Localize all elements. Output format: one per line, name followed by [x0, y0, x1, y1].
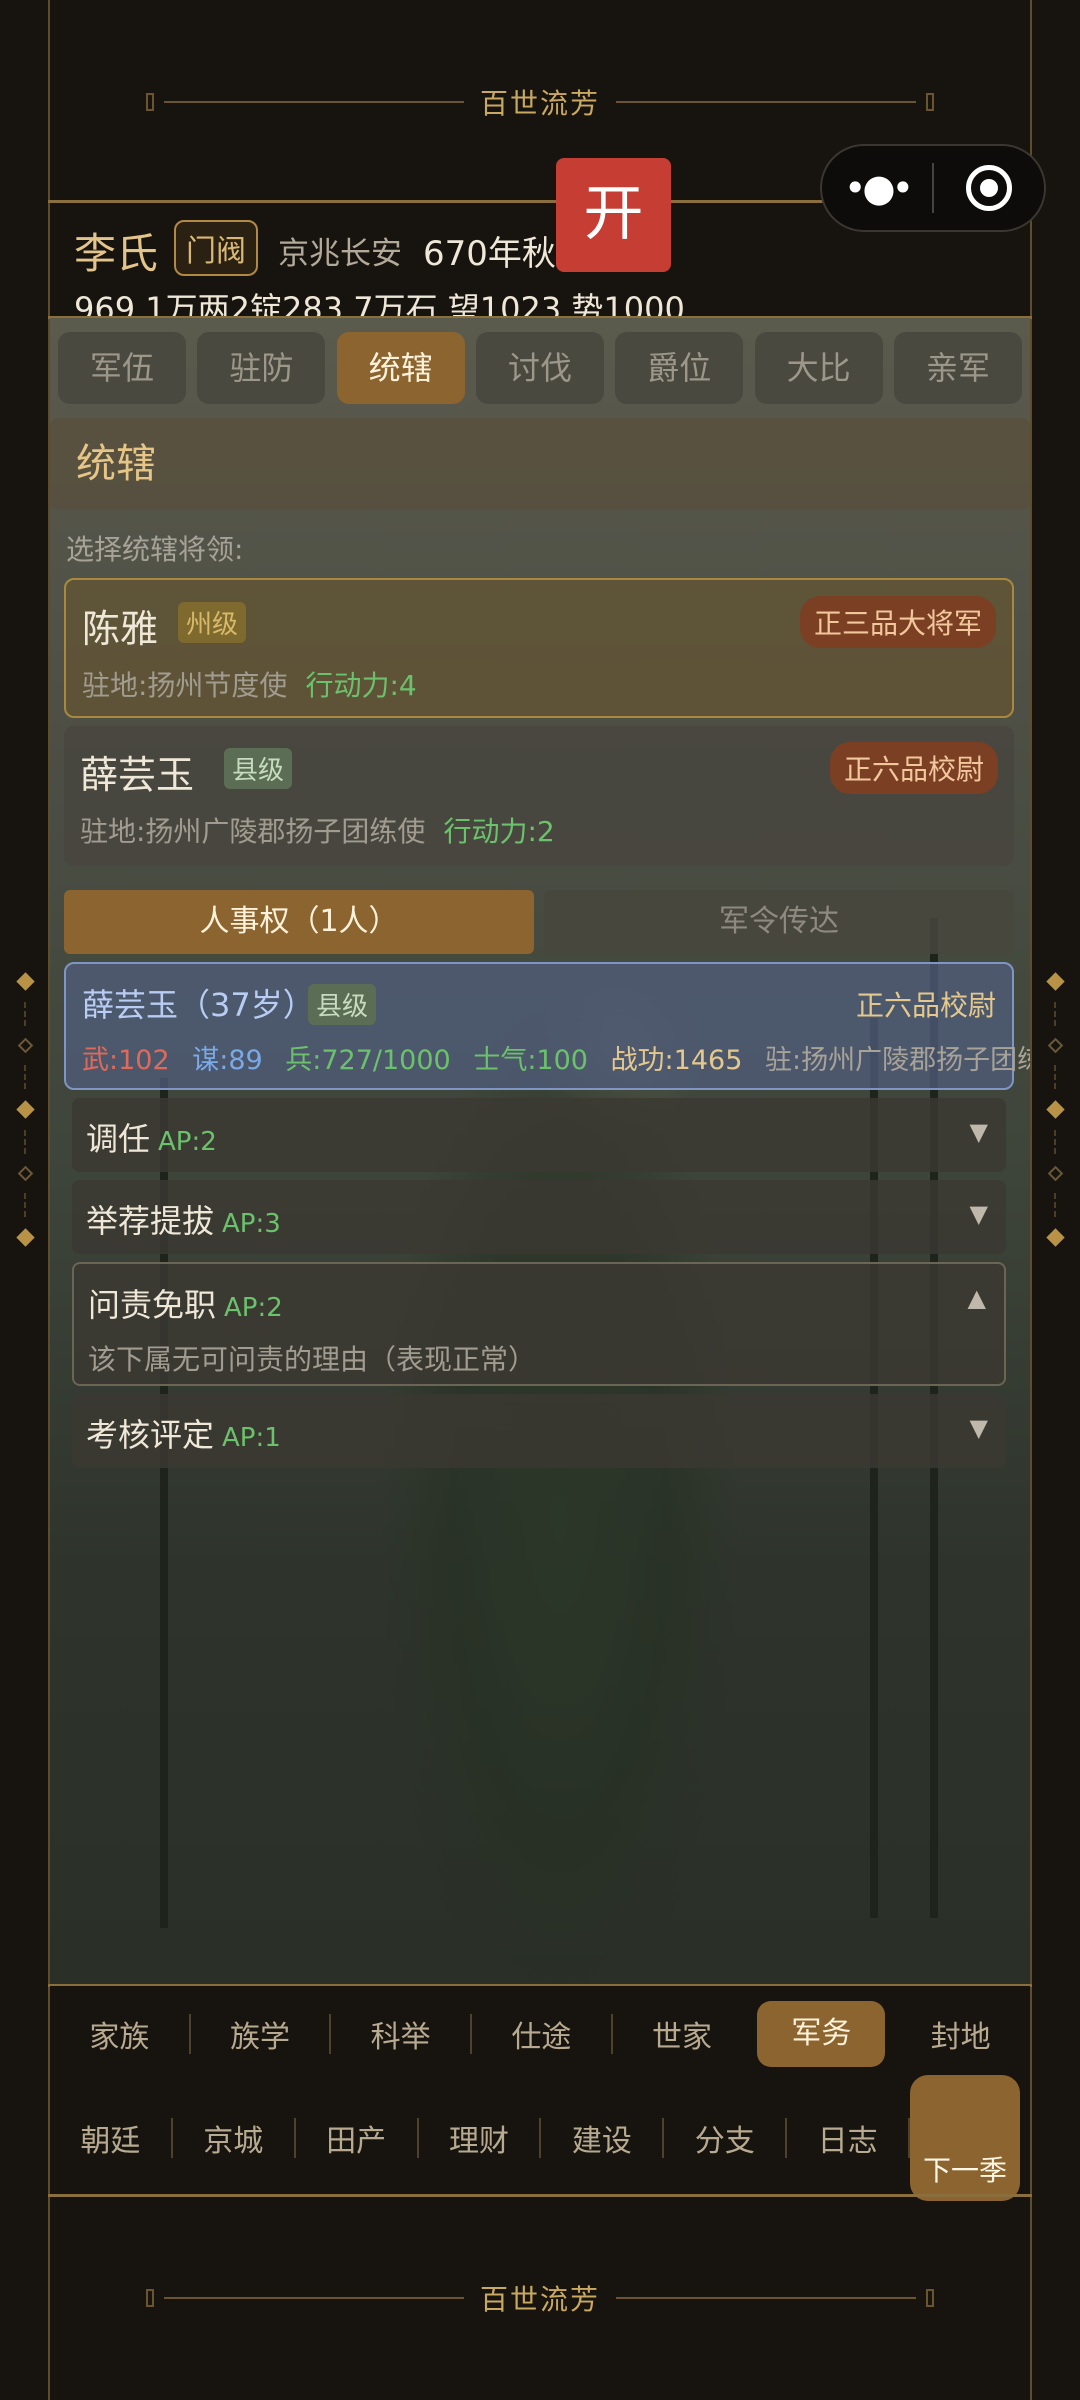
nav-bottom-divider: [48, 2194, 1032, 2197]
stat-station: 驻:扬州广陵郡扬子团练使: [764, 1045, 1030, 1076]
stat-mou: 谋:89: [192, 1045, 263, 1076]
action-label: 举荐提拔: [86, 1202, 215, 1240]
nav-row-secondary: 朝廷 京城 田产 理财 建设 分支 日志 下一季: [50, 2075, 1030, 2201]
chevron-down-icon[interactable]: ▼: [970, 1118, 988, 1146]
nav-shijia[interactable]: 世家: [613, 2012, 752, 2056]
nav-row-primary: 家族 族学 科举 仕途 世家 军务 封地: [50, 1994, 1030, 2074]
nav-junwu[interactable]: 军务: [757, 2001, 886, 2067]
section-title: 统辖: [50, 418, 1030, 510]
bottom-banner: 百世流芳: [50, 2268, 1030, 2328]
subordinate-stats: 武:102 谋:89 兵:727/1000 士气:100 战功:1465 驻:扬…: [82, 1038, 1030, 1077]
action-description: 该下属无可问责的理由（表现正常）: [88, 1343, 537, 1376]
nav-licai[interactable]: 理财: [419, 2116, 540, 2160]
stat-zhangong: 战功:1465: [610, 1045, 743, 1076]
action-promote[interactable]: 举荐提拔 AP:3 ▼: [72, 1180, 1006, 1254]
target-circle-icon[interactable]: [934, 165, 1044, 211]
tab-orders[interactable]: 军令传达: [544, 890, 1014, 954]
general-station: 驻地:扬州广陵郡扬子团练使 行动力:2: [80, 815, 555, 848]
tab-juewei[interactable]: 爵位: [615, 332, 744, 404]
general-level-badge: 县级: [224, 748, 293, 789]
action-ap: AP:3: [222, 1209, 281, 1239]
banner-title: 百世流芳: [479, 2283, 600, 2316]
nav-fenzhi[interactable]: 分支: [664, 2116, 785, 2160]
tab-dabi[interactable]: 大比: [754, 332, 883, 404]
stat-wu: 武:102: [82, 1045, 170, 1076]
action-ap: AP:1: [222, 1423, 281, 1453]
nav-keju[interactable]: 科举: [331, 2012, 470, 2056]
open-button[interactable]: 开: [556, 158, 671, 272]
location-label: 京兆长安: [278, 236, 402, 272]
frame-left-ornament: [15, 972, 35, 1247]
general-post-badge: 正六品校尉: [829, 742, 998, 794]
chevron-up-icon[interactable]: ▲: [968, 1284, 986, 1312]
clan-rank-badge: 门阀: [174, 220, 258, 276]
general-card[interactable]: 薛芸玉 县级 正六品校尉 驻地:扬州广陵郡扬子团练使 行动力:2: [64, 726, 1014, 866]
nav-chaoting[interactable]: 朝廷: [50, 2116, 171, 2160]
tab-qinjun[interactable]: 亲军: [893, 332, 1022, 404]
main-panel: 军伍 驻防 统辖 讨伐 爵位 大比 亲军 统辖 选择统辖将领: 陈雅 州级 正三…: [50, 318, 1030, 1986]
nav-tianchan[interactable]: 田产: [296, 2116, 417, 2160]
chevron-down-icon[interactable]: ▼: [970, 1200, 988, 1228]
general-name: 陈雅: [82, 607, 159, 651]
tab-junwu[interactable]: 军伍: [58, 332, 186, 404]
stat-bing: 兵:727/1000: [285, 1045, 451, 1076]
sub-tabs: 人事权（1人） 军令传达: [64, 890, 1014, 954]
general-station: 驻地:扬州节度使 行动力:4: [82, 669, 417, 702]
bottom-nav: 家族 族学 科举 仕途 世家 军务 封地 朝廷 京城 田产 理财 建设 分支 日…: [50, 1986, 1030, 2201]
more-dots-icon[interactable]: •●•: [822, 166, 932, 210]
action-transfer[interactable]: 调任 AP:2 ▼: [72, 1098, 1006, 1172]
action-points: 行动力:2: [443, 815, 555, 848]
action-dismiss[interactable]: 问责免职 AP:2 ▲ 该下属无可问责的理由（表现正常）: [72, 1262, 1006, 1386]
subordinate-card[interactable]: 薛芸玉（37岁） 县级 正六品校尉 武:102 谋:89 兵:727/1000 …: [64, 962, 1030, 1090]
tab-zhufang[interactable]: 驻防: [197, 332, 326, 404]
military-tabs: 军伍 驻防 统辖 讨伐 爵位 大比 亲军: [58, 332, 1022, 404]
subordinate-name: 薛芸玉（37岁）: [82, 986, 315, 1024]
next-season-button[interactable]: 下一季: [910, 2075, 1021, 2201]
nav-jiazu[interactable]: 家族: [50, 2012, 189, 2056]
chevron-down-icon[interactable]: ▼: [970, 1414, 988, 1442]
miniprogram-capsule: •●•: [820, 144, 1046, 232]
nav-jianshe[interactable]: 建设: [541, 2116, 662, 2160]
action-evaluate[interactable]: 考核评定 AP:1 ▼: [72, 1394, 1006, 1468]
frame-right-ornament: [1045, 972, 1065, 1247]
subordinate-post: 正六品校尉: [855, 989, 996, 1022]
tab-personnel[interactable]: 人事权（1人）: [64, 890, 534, 954]
nav-rizhi[interactable]: 日志: [787, 2116, 908, 2160]
general-card[interactable]: 陈雅 州级 正三品大将军 驻地:扬州节度使 行动力:4: [64, 578, 1014, 718]
tab-tongxia[interactable]: 统辖: [336, 332, 465, 404]
clan-name: 李氏: [74, 229, 159, 278]
select-general-hint: 选择统辖将领:: [66, 533, 244, 566]
action-points: 行动力:4: [305, 669, 417, 702]
top-banner: 百世流芳: [50, 72, 1030, 132]
general-post-badge: 正三品大将军: [799, 596, 996, 648]
action-label: 考核评定: [86, 1416, 215, 1454]
subordinate-level-badge: 县级: [308, 984, 377, 1025]
nav-zuxue[interactable]: 族学: [191, 2012, 330, 2056]
nav-jingcheng[interactable]: 京城: [173, 2116, 294, 2160]
general-level-badge: 州级: [178, 602, 247, 643]
nav-fengdi[interactable]: 封地: [891, 2012, 1030, 2056]
action-label: 问责免职: [88, 1286, 217, 1324]
frame-right-border: [1030, 0, 1032, 2400]
general-name: 薛芸玉: [80, 753, 195, 797]
banner-title: 百世流芳: [479, 87, 600, 120]
nav-shitu[interactable]: 仕途: [472, 2012, 611, 2056]
date-label: 670年秋: [423, 234, 556, 274]
action-label: 调任: [86, 1120, 151, 1158]
action-ap: AP:2: [224, 1293, 283, 1323]
tab-taofa[interactable]: 讨伐: [475, 332, 604, 404]
action-ap: AP:2: [158, 1127, 217, 1157]
stat-shiqi: 士气:100: [473, 1045, 588, 1076]
